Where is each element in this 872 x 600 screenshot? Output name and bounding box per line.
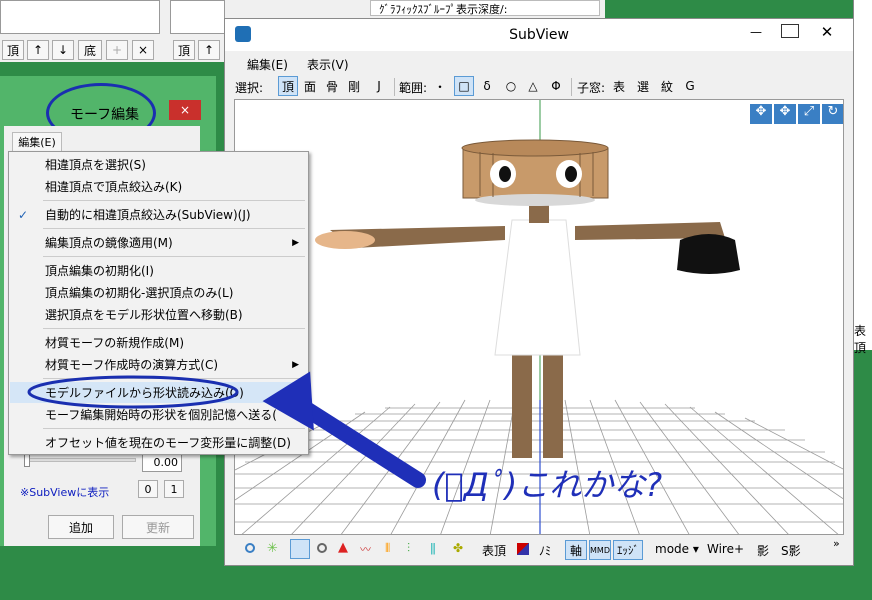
- handwritten-annotation: (ﾟДﾟ)これかな?: [432, 466, 663, 504]
- menu-item-circle-annotation: [27, 375, 239, 409]
- annotation-overlay: [27, 371, 426, 488]
- arrow-annotation: [262, 371, 426, 488]
